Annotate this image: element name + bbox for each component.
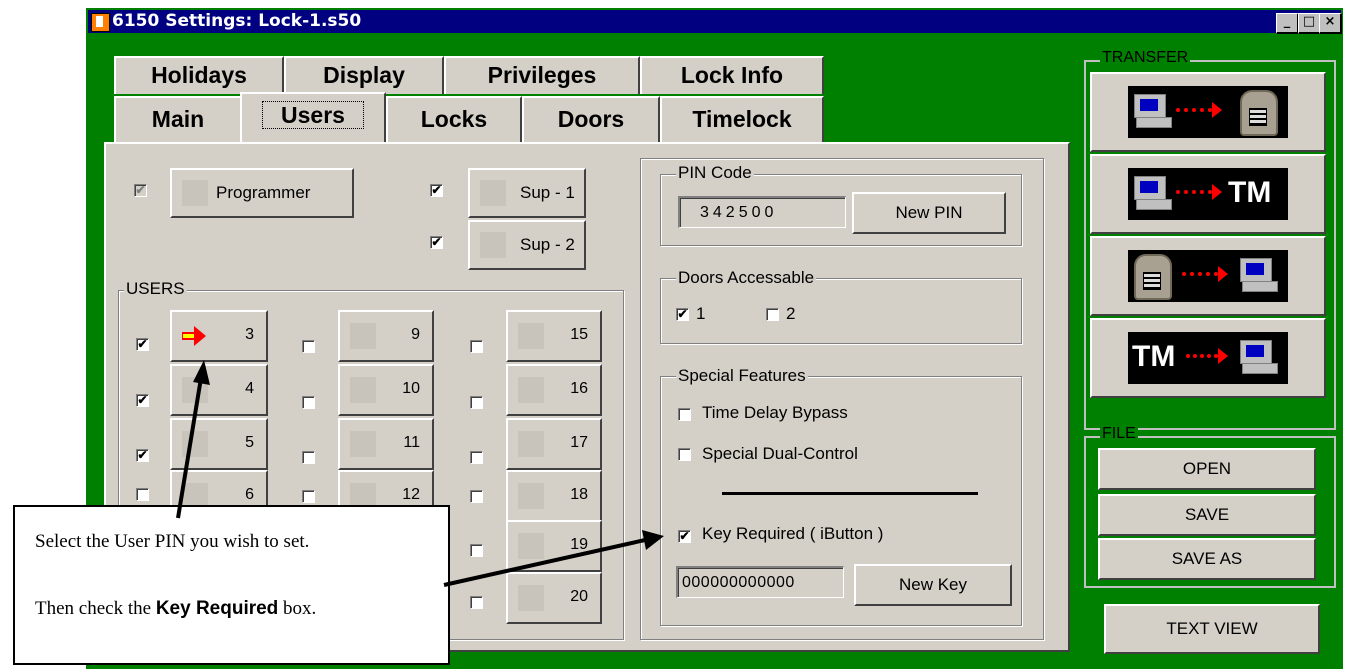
arrow-to-key-required-head [642,530,664,550]
tab-users[interactable]: Users [240,92,386,142]
callout-arrows [176,360,664,587]
tab-users-label: Users [262,101,364,129]
arrow-to-user-3 [176,377,203,519]
arrow-to-user-3-head [193,360,210,385]
arrow-to-key-required [443,538,646,587]
